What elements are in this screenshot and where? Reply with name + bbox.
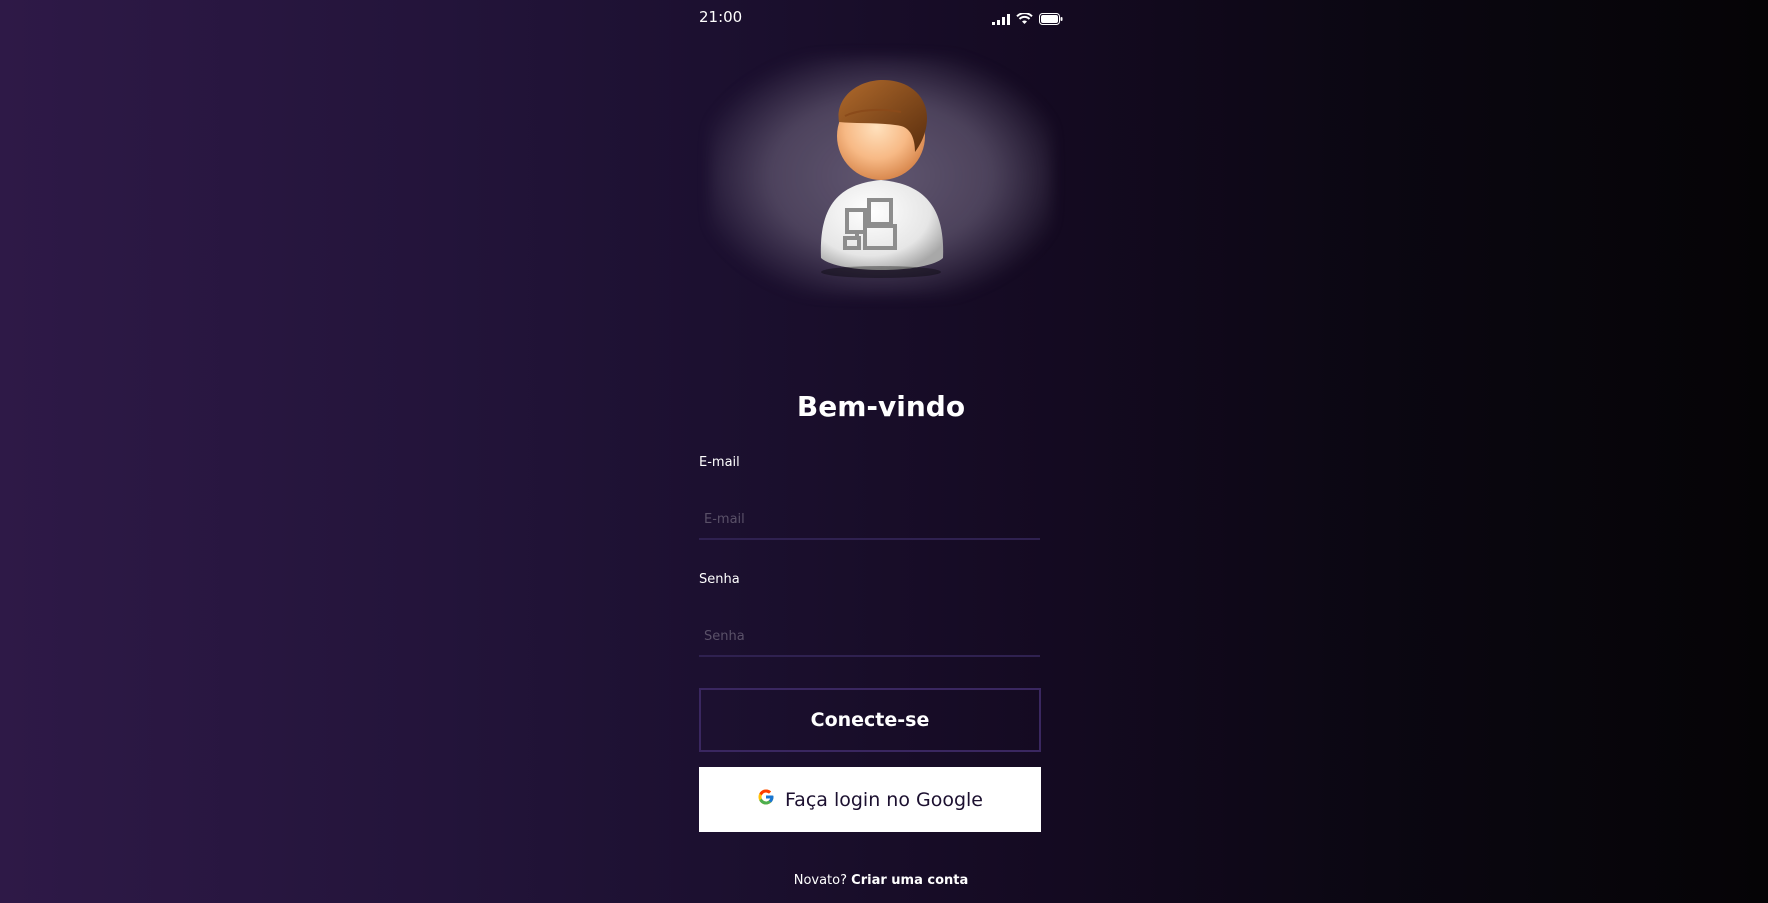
status-time: 21:00: [699, 8, 743, 26]
email-field[interactable]: [699, 500, 1040, 540]
avatar-container: [699, 42, 1063, 312]
login-screen: 21:00 Bem-vindo E-mail E-mail Senha Cone…: [699, 0, 1063, 903]
google-button-label: Faça login no Google: [785, 788, 983, 811]
wifi-icon: [1016, 10, 1033, 29]
google-icon: [757, 788, 775, 811]
welcome-title: Bem-vindo: [796, 390, 966, 423]
google-login-button[interactable]: Faça login no Google: [699, 767, 1041, 832]
password-field[interactable]: [699, 617, 1040, 657]
battery-icon: [1039, 10, 1063, 29]
signup-prompt: Novato?: [793, 873, 848, 888]
create-account-link[interactable]: Criar uma conta: [851, 873, 968, 888]
email-label: E-mail: [699, 455, 740, 470]
status-icons: [992, 10, 1063, 29]
signal-icon: [992, 10, 1010, 29]
connect-button[interactable]: Conecte-se: [699, 688, 1041, 752]
password-label: Senha: [699, 572, 740, 587]
connect-button-label: Conecte-se: [810, 709, 930, 731]
status-bar: 21:00: [699, 0, 1063, 36]
signup-row: Novato? Criar uma conta: [699, 873, 1063, 888]
user-avatar-icon: [820, 80, 944, 278]
